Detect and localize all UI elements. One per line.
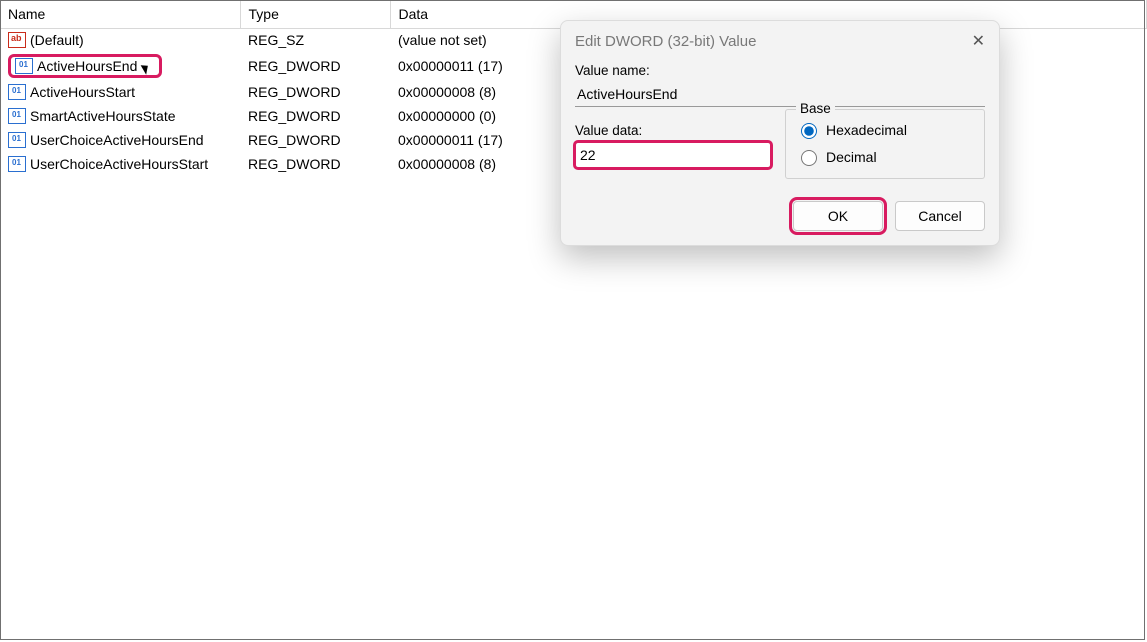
reg-dword-icon (8, 156, 26, 172)
reg-dword-icon (15, 58, 33, 74)
reg-sz-icon (8, 32, 26, 48)
radio-hexadecimal[interactable]: Hexadecimal (796, 116, 974, 143)
radio-dec-label: Decimal (826, 149, 877, 165)
cancel-button[interactable]: Cancel (895, 201, 985, 231)
radio-hex-input[interactable] (801, 123, 817, 139)
base-group: Base Hexadecimal Decimal (785, 109, 985, 179)
ok-highlight: OK (793, 201, 883, 231)
row-name: ActiveHoursEnd (37, 58, 137, 74)
reg-dword-icon (8, 84, 26, 100)
row-type: REG_DWORD (240, 80, 390, 104)
row-type: REG_SZ (240, 28, 390, 52)
radio-hex-label: Hexadecimal (826, 122, 907, 138)
ok-button[interactable]: OK (793, 201, 883, 231)
value-name-input[interactable] (575, 82, 985, 107)
row-name: UserChoiceActiveHoursEnd (30, 132, 204, 148)
row-type: REG_DWORD (240, 128, 390, 152)
row-type: REG_DWORD (240, 104, 390, 128)
column-header-type[interactable]: Type (240, 0, 390, 28)
base-legend: Base (796, 101, 835, 116)
radio-dec-input[interactable] (801, 150, 817, 166)
column-header-name[interactable]: Name (0, 0, 240, 28)
row-type: REG_DWORD (240, 152, 390, 176)
value-data-input[interactable] (575, 142, 771, 168)
row-type: REG_DWORD (240, 52, 390, 80)
reg-dword-icon (8, 132, 26, 148)
row-name: SmartActiveHoursState (30, 108, 176, 124)
radio-decimal[interactable]: Decimal (796, 143, 974, 170)
reg-dword-icon (8, 108, 26, 124)
edit-dword-dialog: Edit DWORD (32-bit) Value ✕ Value name: … (560, 20, 1000, 246)
selection-highlight: ActiveHoursEnd (8, 54, 162, 78)
row-name: ActiveHoursStart (30, 84, 135, 100)
dialog-title: Edit DWORD (32-bit) Value (575, 33, 756, 50)
close-icon[interactable]: ✕ (972, 31, 985, 51)
value-data-label: Value data: (575, 123, 771, 138)
value-name-label: Value name: (575, 63, 985, 78)
row-name: UserChoiceActiveHoursStart (30, 156, 208, 172)
row-name: (Default) (30, 32, 84, 48)
